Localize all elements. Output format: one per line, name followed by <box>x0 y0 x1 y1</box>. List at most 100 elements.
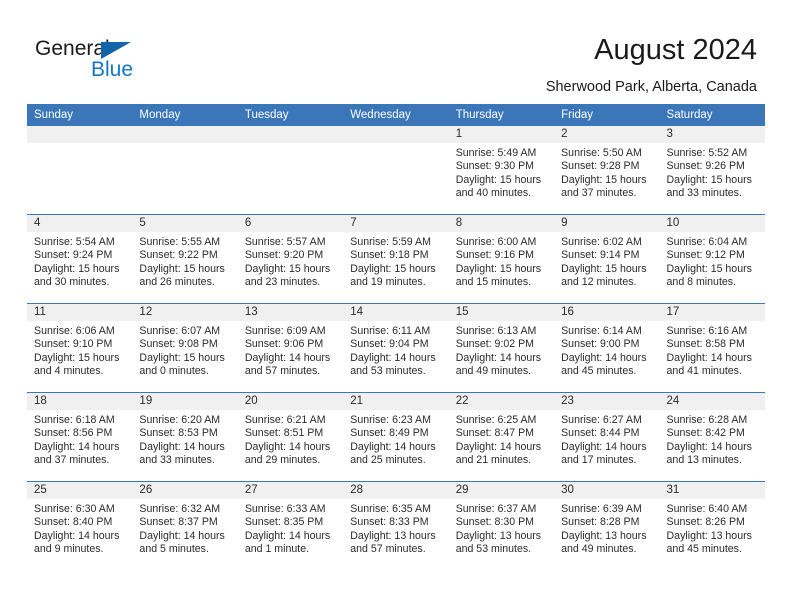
sunset-text: Sunset: 8:37 PM <box>139 516 218 529</box>
day-cell-15[interactable]: 15 Sunrise: 6:13 AM Sunset: 9:02 PM Dayl… <box>448 304 555 392</box>
weekday-header-monday: Monday <box>132 104 238 126</box>
sunset-text: Sunset: 8:56 PM <box>34 427 113 440</box>
day-cell-6[interactable]: 6 Sunrise: 5:57 AM Sunset: 9:20 PM Dayli… <box>237 215 344 303</box>
daylight-text-line1: Daylight: 14 hours <box>139 440 225 453</box>
day-number: 14 <box>343 304 449 321</box>
week-row: 11 Sunrise: 6:06 AM Sunset: 9:10 PM Dayl… <box>27 303 765 393</box>
day-number: 26 <box>132 482 238 499</box>
daylight-text-line1: Daylight: 14 hours <box>350 351 436 364</box>
daylight-text-line1: Daylight: 15 hours <box>139 351 225 364</box>
day-cell-20[interactable]: 20 Sunrise: 6:21 AM Sunset: 8:51 PM Dayl… <box>237 393 344 481</box>
daylight-text-line2: and 45 minutes. <box>666 543 742 556</box>
sunrise-text: Sunrise: 6:30 AM <box>34 503 115 515</box>
daylight-text-line2: and 13 minutes. <box>666 454 742 467</box>
day-cell-21[interactable]: 21 Sunrise: 6:23 AM Sunset: 8:49 PM Dayl… <box>343 393 449 481</box>
day-number: 8 <box>448 215 555 232</box>
daylight-text-line1: Daylight: 14 hours <box>34 440 120 453</box>
day-cell-18[interactable]: 18 Sunrise: 6:18 AM Sunset: 8:56 PM Dayl… <box>27 393 133 481</box>
day-details: Sunrise: 6:20 AM Sunset: 8:53 PM Dayligh… <box>132 410 237 468</box>
day-number: 5 <box>132 215 238 232</box>
day-cell-7[interactable]: 7 Sunrise: 5:59 AM Sunset: 9:18 PM Dayli… <box>343 215 449 303</box>
week-row: 1 Sunrise: 5:49 AM Sunset: 9:30 PM Dayli… <box>27 126 765 215</box>
daylight-text-line2: and 1 minute. <box>244 543 310 556</box>
day-cell-empty <box>132 126 238 214</box>
sunset-text: Sunset: 9:10 PM <box>34 338 113 351</box>
day-details: Sunrise: 6:25 AM Sunset: 8:47 PM Dayligh… <box>449 410 554 468</box>
day-number: 21 <box>343 393 449 410</box>
day-cell-17[interactable]: 17 Sunrise: 6:16 AM Sunset: 8:58 PM Dayl… <box>659 304 765 392</box>
sunset-text: Sunset: 9:24 PM <box>34 249 113 262</box>
day-cell: 3 Sunrise: 5:52 AM Sunset: 9:26 PM Dayli… <box>659 126 765 215</box>
day-number: 2 <box>554 126 660 143</box>
daylight-text-line2: and 9 minutes. <box>34 543 104 556</box>
day-cell: 9 Sunrise: 6:02 AM Sunset: 9:14 PM Dayli… <box>554 214 660 304</box>
daylight-text-line2: and 30 minutes. <box>34 276 110 289</box>
daylight-text-line2: and 15 minutes. <box>455 276 532 289</box>
day-cell-31[interactable]: 31 Sunrise: 6:40 AM Sunset: 8:26 PM Dayl… <box>659 482 765 570</box>
day-cell-27[interactable]: 27 Sunrise: 6:33 AM Sunset: 8:35 PM Dayl… <box>237 482 344 570</box>
day-cell-4[interactable]: 4 Sunrise: 5:54 AM Sunset: 9:24 PM Dayli… <box>27 215 133 303</box>
day-cell-11[interactable]: 11 Sunrise: 6:06 AM Sunset: 9:10 PM Dayl… <box>27 304 133 392</box>
day-cell-26[interactable]: 26 Sunrise: 6:32 AM Sunset: 8:37 PM Dayl… <box>132 482 238 570</box>
day-cell-2[interactable]: 2 Sunrise: 5:50 AM Sunset: 9:28 PM Dayli… <box>554 126 660 214</box>
sunset-text: Sunset: 9:04 PM <box>350 338 429 351</box>
day-details: Sunrise: 6:27 AM Sunset: 8:44 PM Dayligh… <box>554 410 659 468</box>
sunset-text: Sunset: 9:14 PM <box>561 249 640 262</box>
day-details: Sunrise: 6:02 AM Sunset: 9:14 PM Dayligh… <box>554 232 659 290</box>
daylight-text-line2: and 57 minutes. <box>350 543 426 556</box>
day-details: Sunrise: 5:54 AM Sunset: 9:24 PM Dayligh… <box>27 232 132 290</box>
sunset-text: Sunset: 8:33 PM <box>350 516 429 529</box>
sunrise-text: Sunrise: 6:39 AM <box>561 503 642 515</box>
sunrise-text: Sunrise: 6:21 AM <box>244 414 326 426</box>
day-cell-1[interactable]: 1 Sunrise: 5:49 AM Sunset: 9:30 PM Dayli… <box>448 126 555 214</box>
daylight-text-line1: Daylight: 15 hours <box>455 173 542 186</box>
daylight-text-line2: and 53 minutes. <box>455 543 532 556</box>
day-cell-13[interactable]: 13 Sunrise: 6:09 AM Sunset: 9:06 PM Dayl… <box>237 304 344 392</box>
daylight-text-line1: Daylight: 13 hours <box>666 529 752 542</box>
day-cell-9[interactable]: 9 Sunrise: 6:02 AM Sunset: 9:14 PM Dayli… <box>554 215 660 303</box>
day-cell-28[interactable]: 28 Sunrise: 6:35 AM Sunset: 8:33 PM Dayl… <box>343 482 449 570</box>
day-details: Sunrise: 6:07 AM Sunset: 9:08 PM Dayligh… <box>132 321 237 379</box>
sunrise-text: Sunrise: 6:37 AM <box>455 503 537 515</box>
general-blue-logo[interactable]: General Blue <box>35 38 165 84</box>
day-cell-10[interactable]: 10 Sunrise: 6:04 AM Sunset: 9:12 PM Dayl… <box>659 215 765 303</box>
weekday-header-sunday: Sunday <box>27 104 133 126</box>
day-cell-25[interactable]: 25 Sunrise: 6:30 AM Sunset: 8:40 PM Dayl… <box>27 482 133 570</box>
daylight-text-line2: and 45 minutes. <box>561 365 637 378</box>
day-cell-29[interactable]: 29 Sunrise: 6:37 AM Sunset: 8:30 PM Dayl… <box>448 482 555 570</box>
daylight-text-line2: and 21 minutes. <box>455 454 532 467</box>
daylight-text-line1: Daylight: 14 hours <box>455 351 542 364</box>
day-cell-3[interactable]: 3 Sunrise: 5:52 AM Sunset: 9:26 PM Dayli… <box>659 126 765 214</box>
daylight-text-line1: Daylight: 14 hours <box>350 440 436 453</box>
day-cell-30[interactable]: 30 Sunrise: 6:39 AM Sunset: 8:28 PM Dayl… <box>554 482 660 570</box>
day-cell-22[interactable]: 22 Sunrise: 6:25 AM Sunset: 8:47 PM Dayl… <box>448 393 555 481</box>
day-number: 16 <box>554 304 660 321</box>
day-cell: 7 Sunrise: 5:59 AM Sunset: 9:18 PM Dayli… <box>343 214 449 304</box>
day-cell-8[interactable]: 8 Sunrise: 6:00 AM Sunset: 9:16 PM Dayli… <box>448 215 555 303</box>
logo-text-general: General <box>35 37 110 60</box>
day-cell: 29 Sunrise: 6:37 AM Sunset: 8:30 PM Dayl… <box>448 481 555 570</box>
day-details: Sunrise: 6:23 AM Sunset: 8:49 PM Dayligh… <box>343 410 448 468</box>
day-cell-24[interactable]: 24 Sunrise: 6:28 AM Sunset: 8:42 PM Dayl… <box>659 393 765 481</box>
day-cell-23[interactable]: 23 Sunrise: 6:27 AM Sunset: 8:44 PM Dayl… <box>554 393 660 481</box>
day-cell: 15 Sunrise: 6:13 AM Sunset: 9:02 PM Dayl… <box>448 303 555 393</box>
day-cell-5[interactable]: 5 Sunrise: 5:55 AM Sunset: 9:22 PM Dayli… <box>132 215 238 303</box>
day-cell-12[interactable]: 12 Sunrise: 6:07 AM Sunset: 9:08 PM Dayl… <box>132 304 238 392</box>
daylight-text-line1: Daylight: 14 hours <box>244 351 331 364</box>
daylight-text-line1: Daylight: 15 hours <box>561 262 647 275</box>
sunset-text: Sunset: 8:58 PM <box>666 338 745 351</box>
day-details: Sunrise: 6:35 AM Sunset: 8:33 PM Dayligh… <box>343 499 448 557</box>
day-cell: 27 Sunrise: 6:33 AM Sunset: 8:35 PM Dayl… <box>237 481 344 570</box>
day-cell-14[interactable]: 14 Sunrise: 6:11 AM Sunset: 9:04 PM Dayl… <box>343 304 449 392</box>
day-number: 18 <box>27 393 133 410</box>
day-cell-16[interactable]: 16 Sunrise: 6:14 AM Sunset: 9:00 PM Dayl… <box>554 304 660 392</box>
daylight-text-line2: and 33 minutes. <box>666 187 742 200</box>
day-number: 12 <box>132 304 238 321</box>
sunrise-text: Sunrise: 6:27 AM <box>561 414 642 426</box>
weekday-header-wednesday: Wednesday <box>343 104 449 126</box>
day-cell: 20 Sunrise: 6:21 AM Sunset: 8:51 PM Dayl… <box>237 392 344 482</box>
day-cell-19[interactable]: 19 Sunrise: 6:20 AM Sunset: 8:53 PM Dayl… <box>132 393 238 481</box>
sunrise-text: Sunrise: 5:54 AM <box>34 236 115 248</box>
day-cell: 31 Sunrise: 6:40 AM Sunset: 8:26 PM Dayl… <box>659 481 765 570</box>
day-number: 15 <box>448 304 555 321</box>
